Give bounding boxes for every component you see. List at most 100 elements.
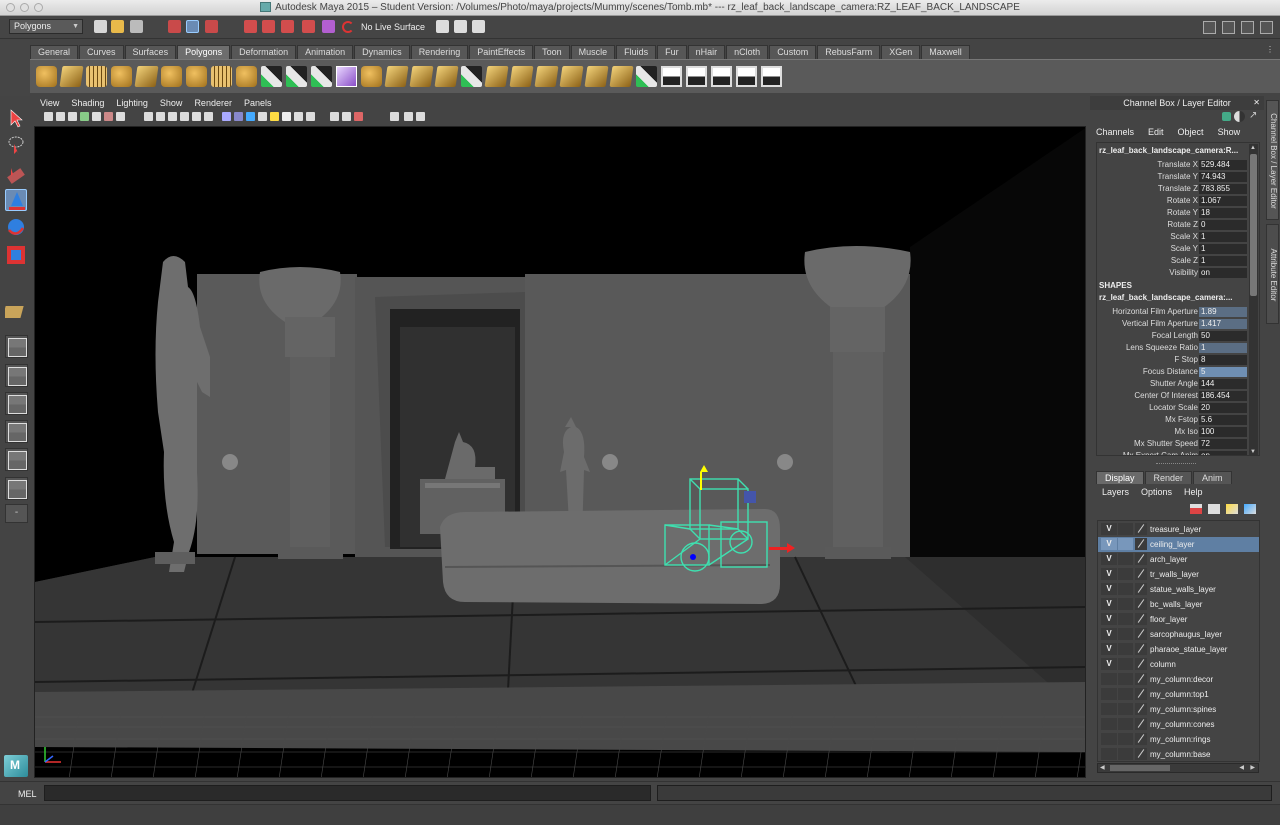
channel-label[interactable]: Lens Squeeze Ratio [1126,342,1198,354]
shade-wireframe-icon[interactable] [246,112,255,121]
close-window-button[interactable] [6,3,15,12]
move-down-layer-icon[interactable] [1244,504,1256,514]
channel-row[interactable]: Translate Y 74.943 [1097,171,1248,183]
channel-label[interactable]: Translate Y [1158,171,1198,183]
shelf-tab-general[interactable]: General [30,45,79,59]
shelf-tab-surfaces[interactable]: Surfaces [124,45,177,59]
shelf-options-icon[interactable]: ⋮ [1266,45,1274,55]
layer-name[interactable]: sarcophaugus_layer [1150,627,1222,642]
channel-value-field[interactable]: 100 [1199,427,1247,437]
poly-soccer-ball-icon[interactable] [236,66,257,87]
layer-name[interactable]: ceiling_layer [1150,537,1194,552]
layer-row[interactable]: my_column:top1 [1098,687,1259,702]
channel-label[interactable]: Rotate Z [1167,219,1198,231]
layer-display-type-toggle[interactable] [1118,568,1133,580]
channel-value-field[interactable]: 1 [1199,244,1247,254]
poly-torus-icon[interactable] [161,66,182,87]
layer-color-swatch[interactable] [1135,538,1147,550]
channel-label[interactable]: F Stop [1174,354,1198,366]
layer-name[interactable]: my_column:top1 [1150,687,1209,702]
panel-menu-lighting[interactable]: Lighting [116,98,148,111]
extrude-icon[interactable] [409,66,434,87]
xray-joints-icon[interactable] [404,112,413,121]
layer-row[interactable]: Vtreasure_layer [1098,522,1259,537]
channel-value-field[interactable]: 0 [1199,220,1247,230]
layer-color-swatch[interactable] [1135,598,1147,610]
channel-value-field[interactable]: 20 [1199,403,1247,413]
channel-label[interactable]: Translate Z [1158,183,1198,195]
spherical-mapping-icon[interactable] [711,66,732,87]
channel-row[interactable]: Lens Squeeze Ratio 1 [1097,342,1248,354]
layer-row[interactable]: Vtr_walls_layer [1098,567,1259,582]
motion-blur-icon[interactable] [306,112,315,121]
channel-label[interactable]: Visibility [1169,267,1198,279]
menuset-dropdown[interactable]: Polygons ▼ [9,19,83,34]
channel-row[interactable]: Focal Length 50 [1097,330,1248,342]
poly-sphere-icon[interactable] [36,66,57,87]
new-layer-selected-icon[interactable] [1226,504,1238,514]
append-polygon-icon[interactable] [461,66,482,87]
layer-display-type-toggle[interactable] [1118,628,1133,640]
wireframe-icon[interactable] [222,112,231,121]
layer-row[interactable]: Vfloor_layer [1098,612,1259,627]
merge-vertices-icon[interactable] [584,66,609,87]
2d-pan-zoom-icon[interactable] [92,112,101,121]
channel-row[interactable]: Rotate Y 18 [1097,207,1248,219]
panel-menu-renderer[interactable]: Renderer [194,98,232,111]
image-plane-icon[interactable] [80,112,89,121]
layer-name[interactable]: tr_walls_layer [1150,567,1199,582]
select-by-object-icon[interactable] [186,20,199,33]
layer-name[interactable]: statue_walls_layer [1150,582,1216,597]
panel-menu-view[interactable]: View [40,98,59,111]
layer-display-type-toggle[interactable] [1118,538,1133,550]
scroll-thumb[interactable] [1250,154,1257,296]
layer-visibility-toggle[interactable]: V [1101,568,1117,580]
layer-name[interactable]: treasure_layer [1150,522,1201,537]
channel-box-toggle-icon[interactable] [1260,21,1273,34]
shelf-tab-toon[interactable]: Toon [534,45,570,59]
layer-color-swatch[interactable] [1135,673,1147,685]
layout-options-button[interactable]: - [5,504,28,523]
manipulator-icon[interactable] [1222,112,1231,121]
open-scene-icon[interactable] [111,20,124,33]
layer-row[interactable]: my_column:base [1098,747,1259,761]
textured-icon[interactable] [258,112,267,121]
channel-row[interactable]: Horizontal Film Aperture 1.89 [1097,306,1248,318]
channel-value-field[interactable]: 74.943 [1199,172,1247,182]
isolate-select-icon[interactable] [354,112,363,121]
layer-color-swatch[interactable] [1135,703,1147,715]
channel-row[interactable]: Focus Distance 5 [1097,366,1248,378]
layer-menu-help[interactable]: Help [1184,487,1203,497]
layer-row[interactable]: Vstatue_walls_layer [1098,582,1259,597]
shelf-tab-xgen[interactable]: XGen [881,45,921,59]
shelf-tab-deformation[interactable]: Deformation [231,45,297,59]
sculpt-icon[interactable] [636,66,657,87]
layer-visibility-toggle[interactable] [1101,733,1117,745]
layer-display-type-toggle[interactable] [1118,718,1133,730]
hyperbolic-icon[interactable]: ↗ [1249,110,1257,121]
scroll-down-icon[interactable]: ▼ [1250,449,1256,455]
tab-display[interactable]: Display [1096,471,1144,484]
channel-label[interactable]: Mx Fstop [1165,414,1198,426]
insert-edge-loop-icon[interactable] [534,66,559,87]
layer-menu-layers[interactable]: Layers [1102,487,1129,497]
offset-edge-loop-icon[interactable] [559,66,584,87]
screen-space-ao-icon[interactable] [294,112,303,121]
smooth-shade-icon[interactable] [234,112,243,121]
channel-label[interactable]: Vertical Film Aperture [1122,318,1198,330]
layer-row[interactable]: my_column:decor [1098,672,1259,687]
shadows-icon[interactable] [282,112,291,121]
poly-prism-icon[interactable] [186,66,207,87]
layer-row[interactable]: Vbc_walls_layer [1098,597,1259,612]
gate-mask-icon[interactable] [168,112,177,121]
channel-label[interactable]: Focal Length [1152,330,1198,342]
layer-color-swatch[interactable] [1135,568,1147,580]
layer-name[interactable]: my_column:spines [1150,702,1216,717]
channel-value-field[interactable]: 1.067 [1199,196,1247,206]
depth-of-field-icon[interactable] [342,112,351,121]
uv-editor-icon[interactable] [761,66,782,87]
channel-value-field[interactable]: 1 [1199,232,1247,242]
outliner-persp-layout-button[interactable] [5,392,28,415]
shelf-tab-custom[interactable]: Custom [769,45,817,59]
channel-label[interactable]: Translate X [1157,159,1198,171]
